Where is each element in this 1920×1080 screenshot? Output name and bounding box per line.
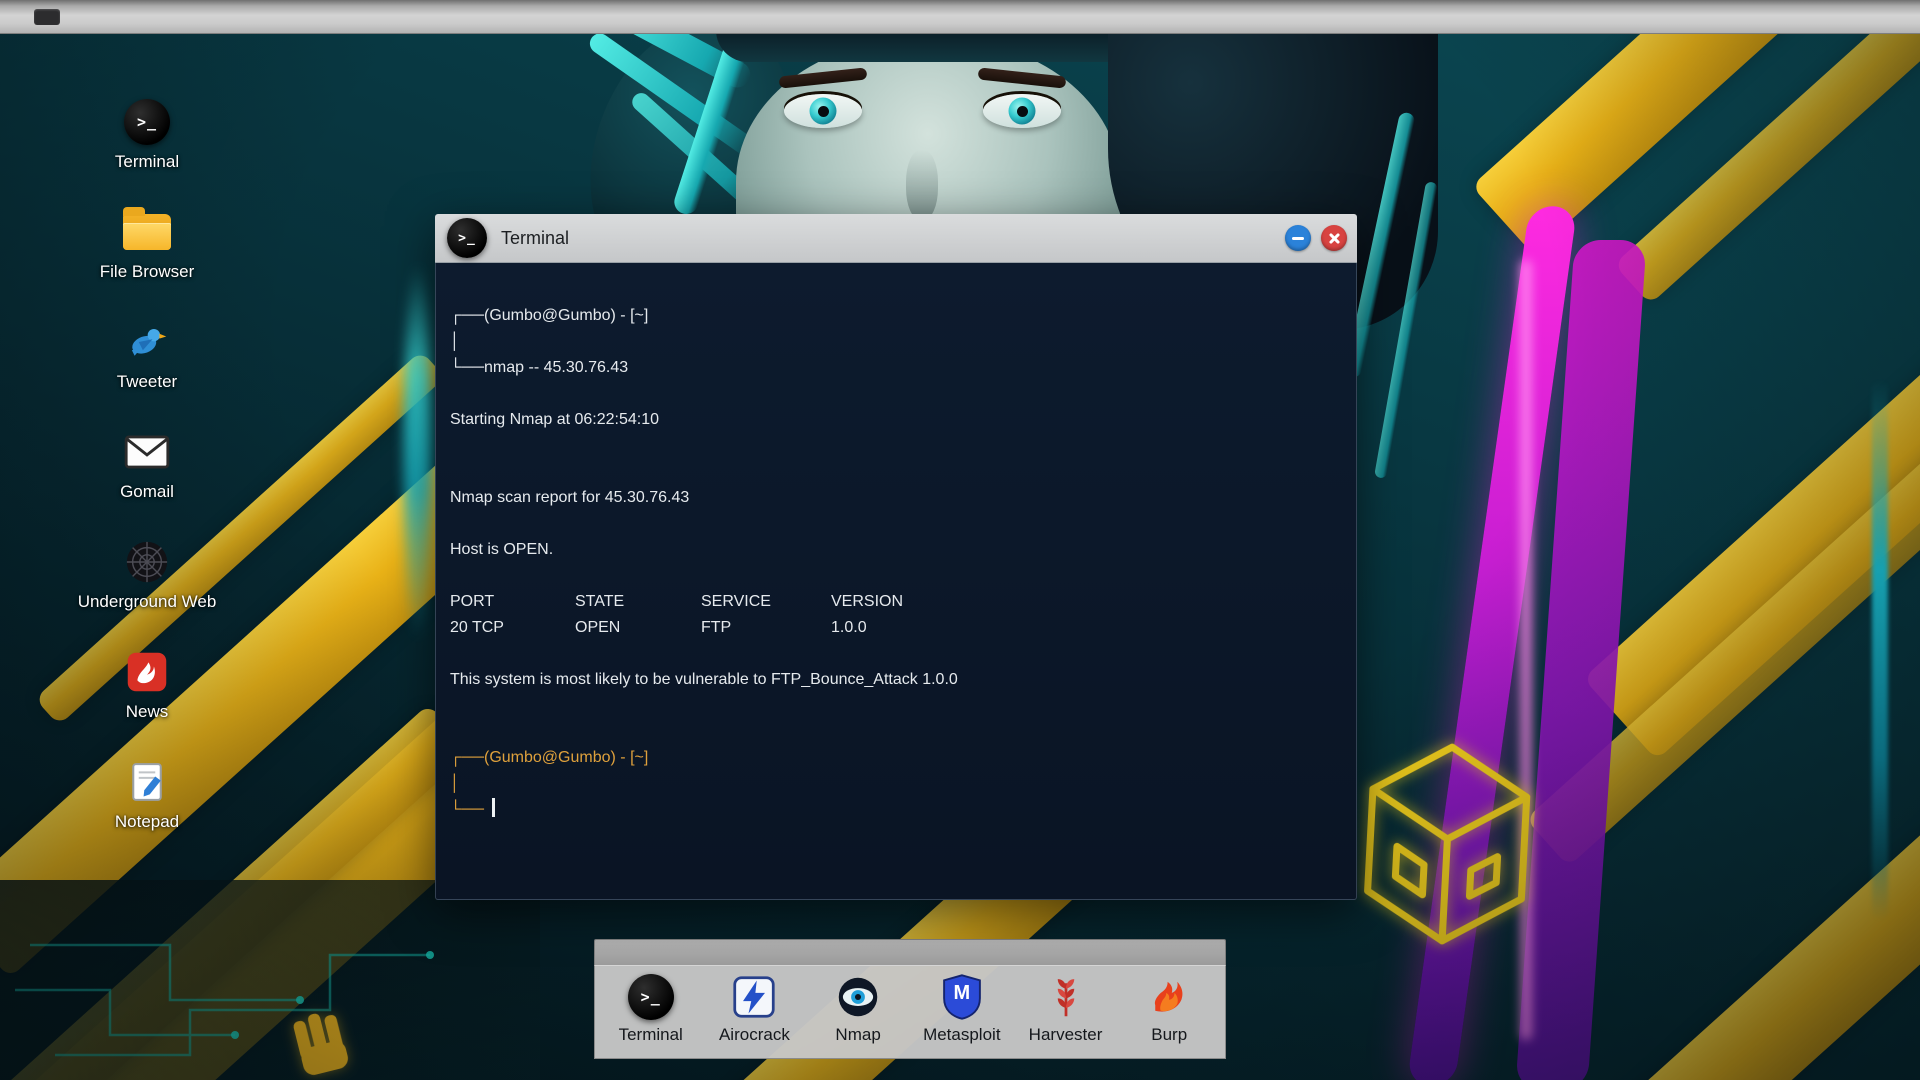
output-scan-report: Nmap scan report for 45.30.76.43 (450, 489, 690, 506)
desktop-icon-file-browser[interactable]: File Browser (57, 206, 237, 316)
wallpaper-pupil (1016, 105, 1028, 117)
prompt-command-line: └──nmap -- 45.30.76.43 (450, 359, 629, 376)
output-host-status: Host is OPEN. (450, 541, 554, 558)
scan-table-header: PORT STATE SERVICE VERSION (450, 593, 904, 610)
dock-item-harvester[interactable]: Harvester (1018, 974, 1114, 1045)
close-icon (1328, 232, 1341, 245)
dock-item-burp[interactable]: Burp (1121, 974, 1217, 1045)
desktop-icon-gomail[interactable]: Gomail (57, 426, 237, 536)
terminal-window-titlebar[interactable]: >_ Terminal (435, 214, 1357, 263)
dock-item-airocrack[interactable]: Airocrack (706, 974, 802, 1045)
close-button[interactable] (1321, 225, 1347, 251)
bird-icon (131, 328, 167, 356)
circuit-lines-graphic (15, 943, 434, 1057)
dock-item-label: Metasploit (923, 1025, 1001, 1044)
wallpaper-iris (809, 97, 837, 125)
terminal-output-area[interactable]: ┌──(Gumbo@Gumbo) - [~] │ └──nmap -- 45.3… (435, 263, 1357, 900)
dock-item-label: Airocrack (718, 1025, 790, 1044)
command-text: nmap -- 45.30.76.43 (484, 359, 629, 376)
minimize-icon (1292, 236, 1304, 240)
desktop-icon-label: Underground Web (77, 592, 217, 611)
dock-handle[interactable] (594, 939, 1226, 965)
desktop-icon-tweeter[interactable]: Tweeter (57, 316, 237, 426)
folder-icon (123, 207, 171, 250)
desktop-icon-label: Terminal (114, 152, 180, 171)
dock-item-label: Harvester (1028, 1025, 1103, 1044)
top-bar-menu-chip[interactable] (34, 9, 60, 25)
neon-cube-graphic (1364, 743, 1531, 945)
prompt-header: ┌──(Gumbo@Gumbo) - [~] (450, 307, 649, 324)
burp-flame-icon (1155, 981, 1183, 1012)
terminal-icon: >_ (124, 99, 170, 145)
desktop-icon-news[interactable]: News (57, 646, 237, 756)
prompt2-pipe: │ (450, 775, 460, 792)
output-vulnerability: This system is most likely to be vulnera… (450, 671, 958, 688)
nmap-eye-icon (838, 977, 878, 1017)
dock: >_ Terminal Airocrack Nmap M Metasploit … (594, 939, 1226, 1059)
output-starting: Starting Nmap at 06:22:54:10 (450, 411, 660, 428)
notepad-icon (132, 763, 162, 801)
desktop-icon-terminal[interactable]: >_ Terminal (57, 96, 237, 206)
wallpaper-cyan-streak (1872, 380, 1888, 920)
dock-item-terminal[interactable]: >_ Terminal (603, 974, 699, 1045)
terminal-cursor (492, 798, 496, 817)
desktop-icon-label: Tweeter (116, 372, 178, 391)
dock-item-label: Burp (1151, 1025, 1188, 1044)
terminal-icon: >_ (447, 218, 487, 258)
metasploit-letter: M (953, 982, 971, 1004)
window-title: Terminal (501, 227, 570, 248)
desktop-icon-label: Gomail (120, 482, 174, 501)
dock-item-label: Terminal (618, 1025, 683, 1044)
scan-table-row: 20 TCP OPEN FTP 1.0.0 (450, 619, 867, 636)
dock-body: >_ Terminal Airocrack Nmap M Metasploit … (594, 965, 1226, 1059)
wallpaper-iris (1008, 97, 1036, 125)
wallpaper-pupil (817, 105, 829, 117)
desktop-icon-underground-web[interactable]: Underground Web (57, 536, 237, 646)
harvester-wheat-icon (1057, 979, 1074, 1017)
wallpaper-nose-shadow (906, 150, 938, 220)
dock-item-metasploit[interactable]: M Metasploit (914, 974, 1010, 1045)
news-icon (127, 652, 167, 692)
wallpaper-eye (784, 94, 862, 128)
top-bar (0, 0, 1920, 34)
dock-item-nmap[interactable]: Nmap (810, 974, 906, 1045)
desktop-screen: >_ Terminal File Browser Tweeter Gomail … (0, 0, 1920, 1080)
terminal-icon: >_ (627, 974, 674, 1020)
dock-item-label: Nmap (835, 1025, 881, 1044)
envelope-icon (124, 435, 170, 469)
prompt-pipe: │ (450, 333, 460, 350)
desktop-icon-notepad[interactable]: Notepad (57, 756, 237, 866)
airocrack-icon (733, 976, 776, 1018)
desktop-icon-label: News (125, 702, 169, 721)
prompt2-input-line[interactable]: └── (450, 797, 1336, 823)
desktop-icon-label: File Browser (99, 262, 195, 281)
terminal-window: >_ Terminal ┌──(Gumbo@Gumbo) - [~] │ └──… (435, 214, 1357, 900)
prompt2-header: ┌──(Gumbo@Gumbo) - [~] (450, 749, 649, 766)
wallpaper-rim-light (404, 262, 432, 642)
minimize-button[interactable] (1285, 225, 1311, 251)
wallpaper-eye (983, 94, 1061, 128)
desktop-icon-label: Notepad (114, 812, 180, 831)
spider-web-icon (126, 541, 168, 583)
desktop-icon-grid: >_ Terminal File Browser Tweeter Gomail … (57, 96, 237, 866)
